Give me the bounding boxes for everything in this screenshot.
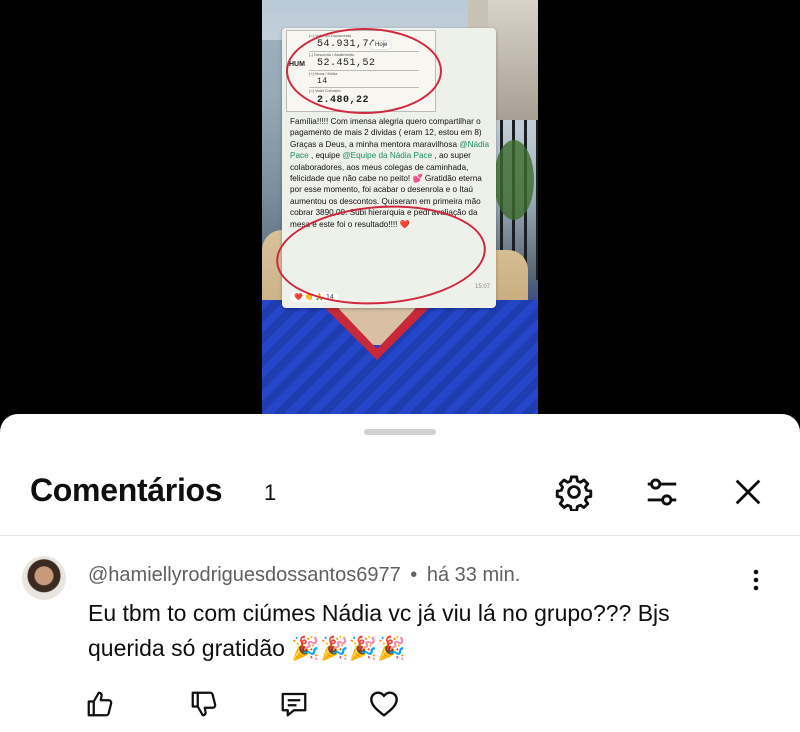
drag-handle[interactable] xyxy=(364,429,436,435)
video-player[interactable]: (=) Valor do Documento 54.931,74 Hoje (-… xyxy=(0,0,800,430)
kebab-icon xyxy=(753,569,759,591)
page: (=) Valor do Documento 54.931,74 Hoje (-… xyxy=(0,0,800,732)
heart-icon xyxy=(370,691,398,717)
reply-icon xyxy=(281,692,307,717)
comments-count: 1 xyxy=(264,480,277,505)
sliders-icon xyxy=(647,478,677,506)
like-button[interactable] xyxy=(82,686,118,722)
comments-sheet: Comentários 1 @hamiellyrodriguesdossanto… xyxy=(0,414,800,732)
dislike-button[interactable] xyxy=(186,686,222,722)
mention-equipe: @Equipe da Nádia Pace xyxy=(342,151,433,161)
whatsapp-message-screenshot: (=) Valor do Documento 54.931,74 Hoje (-… xyxy=(272,28,496,312)
comment-text: Eu tbm to com ciúmes Nádia vc já viu lá … xyxy=(88,600,670,661)
message-part: , equipe xyxy=(308,151,343,161)
thumbs-down-icon xyxy=(191,691,217,717)
red-annotation-circle xyxy=(286,28,442,114)
message-time: 15:07 xyxy=(474,284,490,290)
comment-meta: @hamiellyrodriguesdossantos6977 • há 33 … xyxy=(88,564,520,587)
meta-separator: • xyxy=(410,564,418,586)
video-frame: (=) Valor do Documento 54.931,74 Hoje (-… xyxy=(262,0,538,430)
header-divider xyxy=(0,535,800,536)
close-icon xyxy=(735,479,761,505)
settings-button[interactable] xyxy=(552,470,596,514)
comments-title: Comentários xyxy=(30,472,223,508)
more-options-button[interactable] xyxy=(740,564,772,596)
close-button[interactable] xyxy=(726,470,770,514)
comment-author[interactable]: @hamiellyrodriguesdossantos6977 xyxy=(88,564,401,586)
heart-button[interactable] xyxy=(366,686,402,722)
gear-icon xyxy=(555,475,593,511)
thumbs-up-icon xyxy=(87,691,113,717)
comment-time: há 33 min. xyxy=(426,564,521,586)
avatar[interactable] xyxy=(22,556,66,600)
filter-button[interactable] xyxy=(640,470,684,514)
message-part: Família!!!!! Com imensa alegria quero co… xyxy=(290,117,482,149)
reply-button[interactable] xyxy=(276,686,312,722)
